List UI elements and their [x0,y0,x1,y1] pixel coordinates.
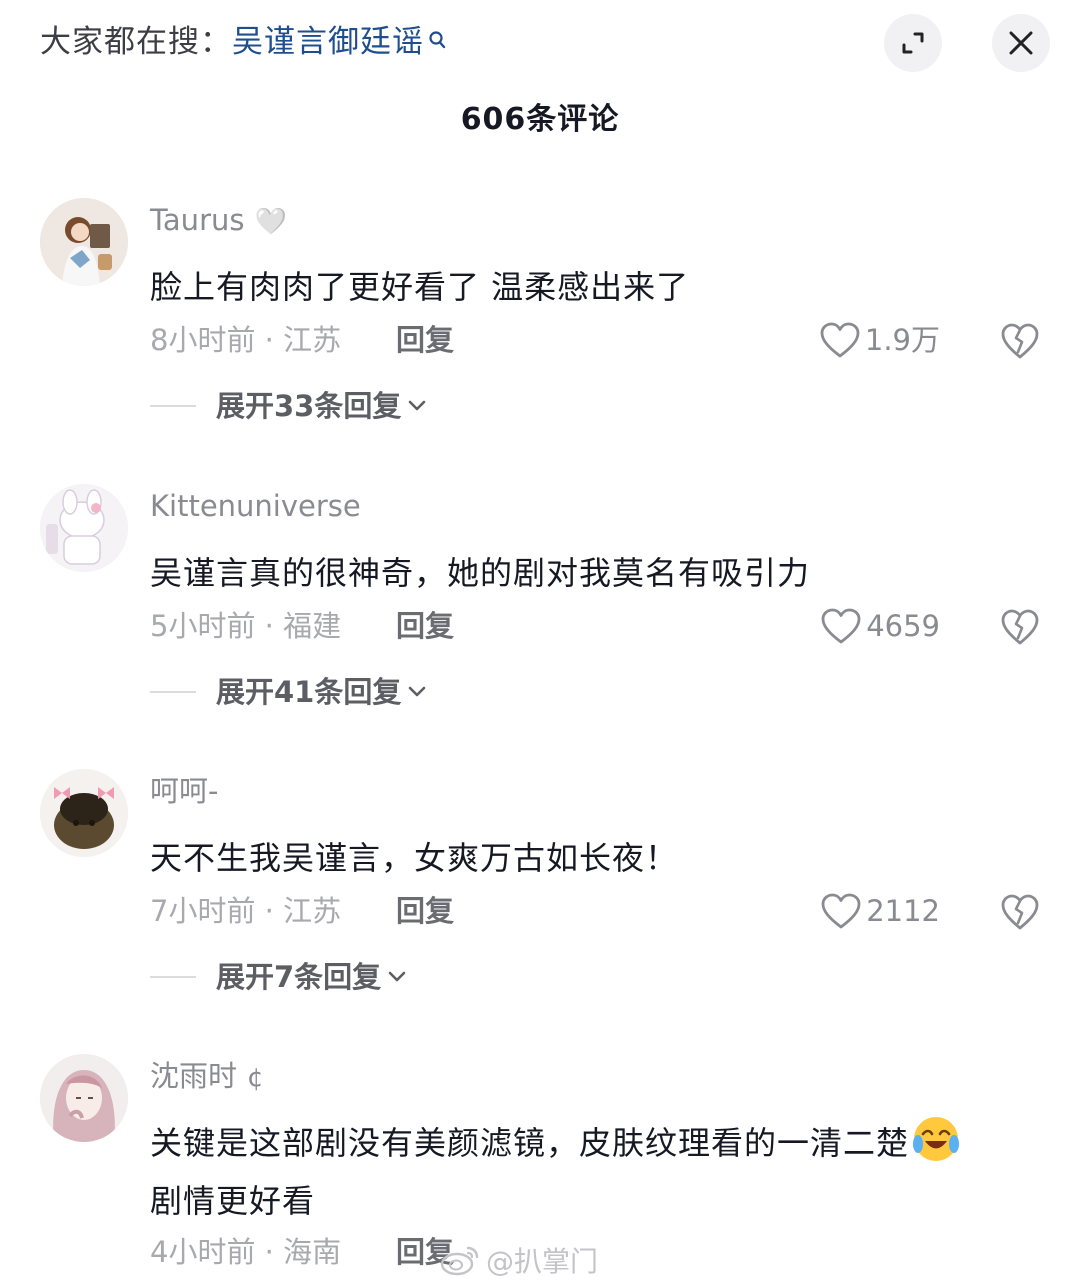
comment-meta: 8小时前 · 江苏 回复 1.9万 [150,318,1040,362]
comment-item: 呵呵- 天不生我吴谨言，女爽万古如长夜！ 7小时前 · 江苏 回复 2112 展… [0,769,1080,999]
heart-icon [821,608,861,644]
comment-text-line1: 关键是这部剧没有美颜滤镜，皮肤纹理看的一清二楚 [150,1124,910,1162]
like-button[interactable]: 4659 [820,604,940,648]
dislike-button[interactable] [1000,322,1040,360]
dislike-button[interactable] [1000,893,1040,931]
username-text: 呵呵- [150,774,219,808]
username-text: Kittenuniverse [150,489,361,523]
white-heart-badge: 🤍 [254,207,287,237]
top-bar: 大家都在搜：吴谨言御廷谣 [0,0,1080,90]
comment-time-location: 4小时前 · 海南 [150,1235,342,1269]
comment-username[interactable]: Kittenuniverse [150,484,361,528]
comment-time-location: 7小时前 · 江苏 [150,894,342,928]
crying-laughing-emoji [911,1114,961,1164]
expand-replies-label: 展开7条回复 [216,960,382,994]
expand-divider [150,691,196,693]
comment-text: 关键是这部剧没有美颜滤镜，皮肤纹理看的一清二楚 剧情更好看 [150,1114,1040,1230]
expand-button[interactable] [884,14,942,72]
comment-count-title: 606条评论 [460,102,620,137]
expand-icon [902,32,924,54]
comment-text: 天不生我吴谨言，女爽万古如长夜！ [150,839,679,877]
heart-icon [820,322,860,358]
comment-username[interactable]: Taurus 🤍 [150,198,287,242]
heart-icon [821,893,861,929]
chevron-down-icon [409,400,426,411]
avatar[interactable] [40,1054,128,1142]
avatar[interactable] [40,198,128,286]
like-count: 4659 [866,609,940,643]
username-badge: ¢ [247,1063,264,1093]
search-suggestion-prefix: 大家都在搜： [40,24,232,60]
expand-divider [150,976,196,978]
comment-panel: 大家都在搜：吴谨言御廷谣 606条评论 Taurus 🤍 脸上有肉肉了更好看了 … [0,0,1080,1286]
expand-replies[interactable]: 展开33条回复 [150,384,427,428]
comment-time-location: 5小时前 · 福建 [150,609,342,643]
comment-meta: 5小时前 · 福建 回复 4659 [150,604,1040,648]
search-suggestion-keyword[interactable]: 吴谨言御廷谣 [232,24,424,60]
watermark-text: @扒掌门 [486,1245,599,1278]
watermark: @扒掌门 [440,1238,598,1282]
reply-button[interactable]: 回复 [396,318,454,362]
broken-heart-icon [1001,323,1039,359]
comment-item: Kittenuniverse 吴谨言真的很神奇，她的剧对我莫名有吸引力 5小时前… [0,484,1080,714]
search-suggestion[interactable]: 大家都在搜：吴谨言御廷谣 [40,20,446,64]
chevron-down-icon [388,971,406,982]
reply-button[interactable]: 回复 [396,889,454,933]
dislike-button[interactable] [1000,608,1040,646]
like-count: 1.9万 [864,323,940,357]
comment-item: Taurus 🤍 脸上有肉肉了更好看了 温柔感出来了 8小时前 · 江苏 回复 1… [0,198,1080,428]
comment-username[interactable]: 沈雨时 ¢ [150,1054,264,1098]
comment-text-line2: 剧情更好看 [150,1182,316,1220]
close-button[interactable] [992,14,1050,72]
broken-heart-icon [1001,894,1039,930]
like-button[interactable]: 1.9万 [819,318,940,362]
chevron-down-icon [409,686,426,697]
expand-replies-label: 展开33条回复 [216,389,402,423]
reply-button[interactable]: 回复 [396,604,454,648]
comment-text: 脸上有肉肉了更好看了 温柔感出来了 [150,268,690,306]
search-icon [428,20,446,64]
comment-time-location: 8小时前 · 江苏 [150,323,342,357]
avatar[interactable] [40,484,128,572]
expand-divider [150,405,196,407]
like-button[interactable]: 2112 [820,889,940,933]
like-count: 2112 [866,894,940,928]
expand-replies[interactable]: 展开41条回复 [150,670,427,714]
username-text: 沈雨时 [150,1059,238,1093]
comment-text: 吴谨言真的很神奇，她的剧对我莫名有吸引力 [150,554,811,592]
username-text: Taurus [150,203,245,237]
close-icon [1009,31,1033,55]
weibo-logo-icon [440,1246,479,1276]
comment-username[interactable]: 呵呵- [150,769,218,813]
expand-replies-label: 展开41条回复 [216,675,402,709]
expand-replies[interactable]: 展开7条回复 [150,955,407,999]
comment-meta: 7小时前 · 江苏 回复 2112 [150,889,1040,933]
avatar[interactable] [40,769,128,857]
broken-heart-icon [1001,609,1039,645]
